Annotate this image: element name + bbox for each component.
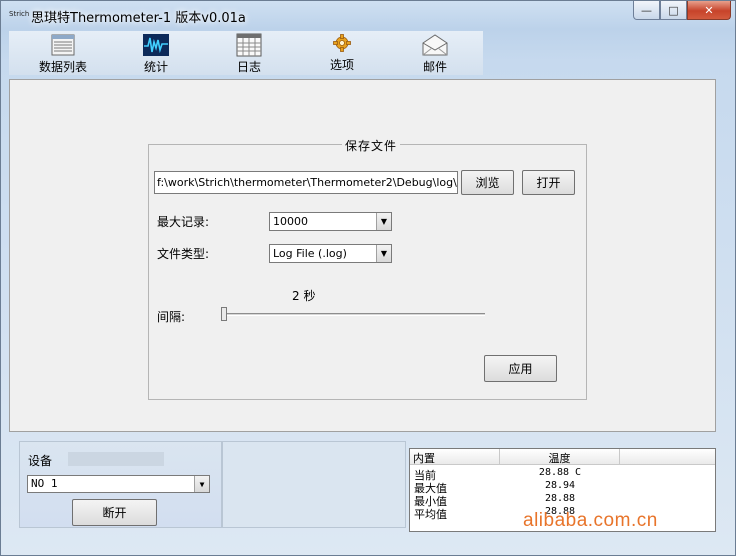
browse-button-label: 浏览 [475,176,500,190]
reading-value: 28.88 C [538,467,582,478]
readings-header: 内置 温度 [410,449,715,465]
file-type-label: 文件类型: [157,247,210,261]
disconnect-button-label: 断开 [102,506,127,520]
minimize-button[interactable]: — [633,1,660,20]
column-header-empty [620,449,715,465]
open-button[interactable]: 打开 [522,170,575,195]
watermark: alibaba.com.cn [523,510,658,531]
toolbar-label: 统计 [143,60,168,74]
toolbar-button-log[interactable]: 日志 [213,33,285,75]
max-records-value: 10000 [273,215,308,228]
window-controls: — □ ✕ [633,1,731,21]
reading-value: 28.94 [544,480,576,491]
close-button[interactable]: ✕ [687,1,731,20]
browse-button[interactable]: 浏览 [461,170,514,195]
toolbar-button-mail[interactable]: 邮件 [399,33,471,75]
save-file-group-title: 保存文件 [342,137,401,154]
toolbar-button-options[interactable]: 选项 [306,31,378,73]
toolbar-button-statistics[interactable]: 统计 [120,33,192,75]
disconnect-button[interactable]: 断开 [72,499,157,526]
toolbar-label: 选项 [329,58,354,72]
interval-value: 2 秒 [292,289,316,303]
data-list-icon [50,33,76,57]
save-path-input[interactable]: f:\work\Strich\thermometer\Thermometer2\… [154,171,458,194]
table-row[interactable]: 最小值 28.88 [410,493,715,508]
toolbar-button-data-list[interactable]: 数据列表 [27,33,99,75]
maximize-icon: □ [668,3,679,17]
interval-label: 间隔: [157,310,186,324]
device-status-bar [68,452,164,466]
options-panel: 保存文件 f:\work\Strich\thermometer\Thermome… [9,79,716,432]
maximize-button[interactable]: □ [660,1,687,20]
open-button-label: 打开 [536,176,561,190]
device-selected-value: NO 1 [31,477,58,490]
device-label: 设备 [28,454,53,468]
window-title: 思琪特Thermometer-1 版本v0.01a [31,11,246,26]
max-records-label: 最大记录: [157,215,210,229]
interval-slider-thumb[interactable] [221,307,227,321]
chevron-down-icon: ▼ [376,245,391,262]
apply-button[interactable]: 应用 [484,355,557,382]
reading-name: 平均值 [414,508,447,521]
main-window: Strich 思琪特Thermometer-1 版本v0.01a — □ ✕ 数… [0,0,736,556]
reading-value: 28.88 [544,493,576,504]
interval-slider-track[interactable] [221,313,485,316]
toolbar: 数据列表 统计 日志 选项 邮件 [9,31,483,75]
toolbar-label: 日志 [236,60,261,74]
statistics-icon [143,33,169,57]
apply-button-label: 应用 [508,362,533,376]
close-icon: ✕ [704,3,714,17]
device-panel: 设备 NO 1 ▼ 断开 [19,441,222,528]
file-type-value: Log File (.log) [273,247,347,260]
mail-icon [422,33,448,57]
toolbar-label: 邮件 [422,60,447,74]
toolbar-label: 数据列表 [38,60,87,74]
log-icon [236,33,262,57]
minimize-icon: — [641,3,652,17]
options-icon [329,31,355,55]
column-header-temperature[interactable]: 温度 [500,449,620,465]
title-bar[interactable]: Strich 思琪特Thermometer-1 版本v0.01a — □ ✕ [1,1,735,31]
app-icon: Strich [9,10,30,18]
save-file-group: 保存文件 f:\work\Strich\thermometer\Thermome… [148,137,587,400]
table-row[interactable]: 最大值 28.94 [410,480,715,495]
chevron-down-icon: ▼ [376,213,391,230]
status-panel [222,441,406,528]
chevron-down-icon: ▼ [194,476,209,492]
column-header-internal[interactable]: 内置 [410,449,500,465]
device-select[interactable]: NO 1 ▼ [27,475,210,493]
file-type-select[interactable]: Log File (.log) ▼ [269,244,392,263]
max-records-select[interactable]: 10000 ▼ [269,212,392,231]
table-row[interactable]: 当前 28.88 C [410,467,715,482]
